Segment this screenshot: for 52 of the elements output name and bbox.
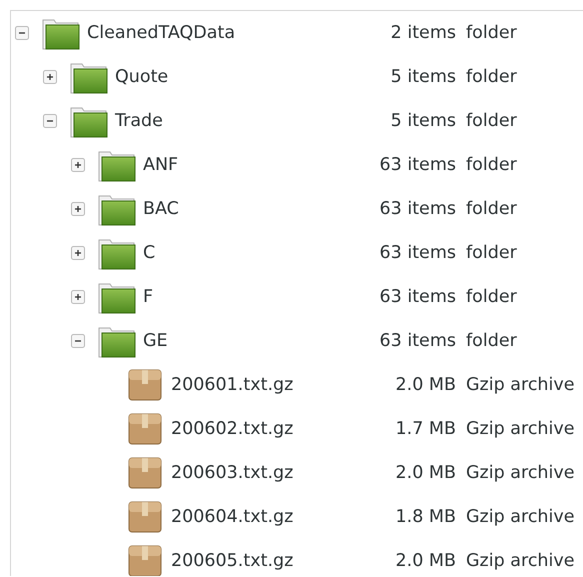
item-type: Gzip archive <box>466 375 576 395</box>
item-size: 63 items <box>380 331 456 351</box>
item-type: folder <box>466 111 518 131</box>
collapse-icon[interactable] <box>15 26 29 40</box>
package-icon <box>126 544 164 576</box>
item-type: Gzip archive <box>466 463 576 483</box>
item-type: folder <box>466 331 518 351</box>
folder-name[interactable]: Quote <box>115 67 168 87</box>
folder-name[interactable]: CleanedTAQData <box>87 23 236 43</box>
item-size: 2.0 MB <box>396 551 456 571</box>
item-size: 1.8 MB <box>396 507 456 527</box>
item-type: Gzip archive <box>466 507 576 527</box>
item-type: folder <box>466 67 518 87</box>
package-icon <box>126 500 164 534</box>
item-type: folder <box>466 287 518 307</box>
package-icon <box>126 368 164 402</box>
expand-icon[interactable] <box>71 202 85 216</box>
collapse-icon[interactable] <box>43 114 57 128</box>
item-size: 63 items <box>380 287 456 307</box>
expand-icon[interactable] <box>43 70 57 84</box>
folder-name[interactable]: Trade <box>115 111 163 131</box>
folder-name[interactable]: C <box>143 243 156 263</box>
folder-name[interactable]: GE <box>143 331 168 351</box>
item-size: 2.0 MB <box>396 375 456 395</box>
folder-name[interactable]: ANF <box>143 155 178 175</box>
item-type: folder <box>466 23 518 43</box>
item-size: 2 items <box>390 23 456 43</box>
file-name[interactable]: 200601.txt.gz <box>171 375 294 395</box>
item-size: 63 items <box>380 199 456 219</box>
collapse-icon[interactable] <box>71 334 85 348</box>
file-name[interactable]: 200602.txt.gz <box>171 419 294 439</box>
item-size: 5 items <box>390 67 456 87</box>
item-type: Gzip archive <box>466 419 576 439</box>
file-name[interactable]: 200604.txt.gz <box>171 507 294 527</box>
folder-name[interactable]: F <box>143 287 154 307</box>
item-type: folder <box>466 199 518 219</box>
expand-icon[interactable] <box>71 246 85 260</box>
expand-icon[interactable] <box>71 158 85 172</box>
item-size: 5 items <box>390 111 456 131</box>
item-type: Gzip archive <box>466 551 576 571</box>
item-size: 63 items <box>380 155 456 175</box>
item-type: folder <box>466 155 518 175</box>
folder-name[interactable]: BAC <box>143 199 179 219</box>
item-size: 2.0 MB <box>396 463 456 483</box>
item-size: 1.7 MB <box>396 419 456 439</box>
item-type: folder <box>466 243 518 263</box>
package-icon <box>126 456 164 490</box>
file-name[interactable]: 200603.txt.gz <box>171 463 294 483</box>
package-icon <box>126 412 164 446</box>
file-name[interactable]: 200605.txt.gz <box>171 551 294 571</box>
item-size: 63 items <box>380 243 456 263</box>
expand-icon[interactable] <box>71 290 85 304</box>
